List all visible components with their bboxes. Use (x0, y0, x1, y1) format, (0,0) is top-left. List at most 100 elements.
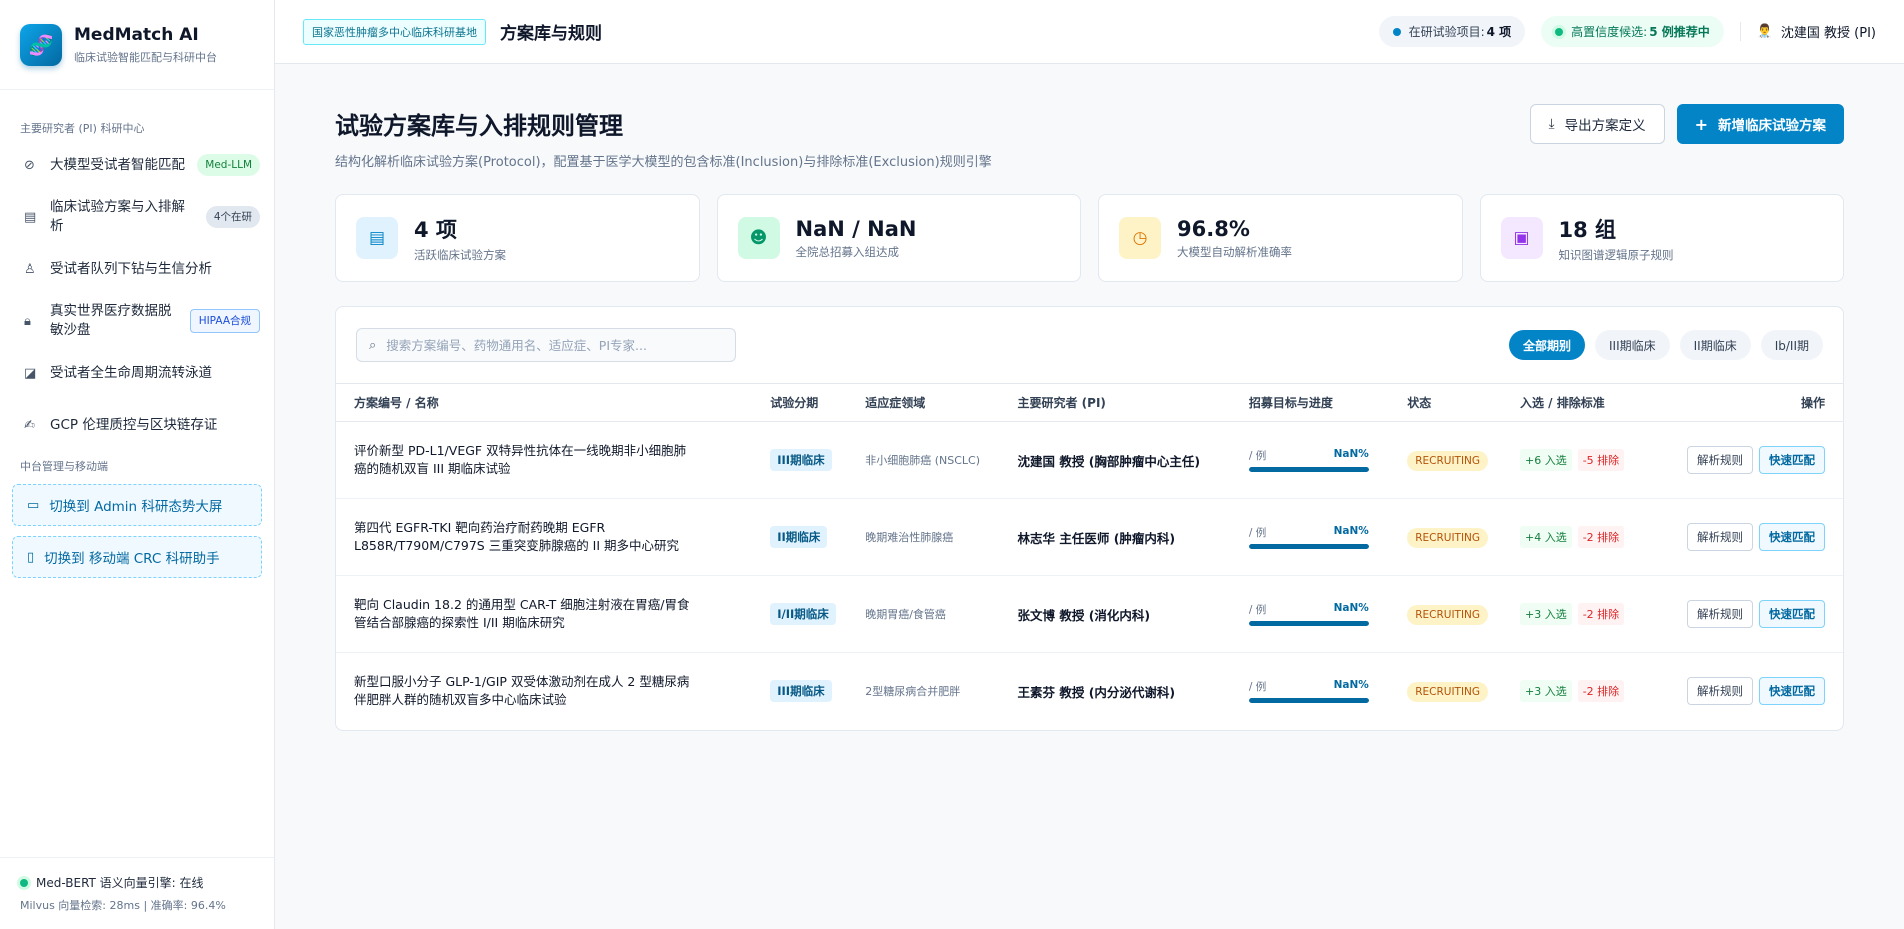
exclusion-count[interactable]: -2 排除 (1577, 603, 1625, 625)
trial-name[interactable]: 新型口服小分子 GLP-1/GIP 双受体激动剂在成人 2 型糖尿病伴肥胖人群的… (354, 673, 694, 709)
new-trial-button[interactable]: + 新增临床试验方案 (1676, 104, 1844, 144)
column-header[interactable]: 招募目标与进度 (1240, 383, 1400, 422)
column-header[interactable]: 主要研究者 (PI) (1009, 383, 1241, 422)
search-input[interactable] (386, 337, 723, 353)
recruit-percent: NaN% (1333, 679, 1369, 692)
parse-rules-button[interactable]: 解析规则 (1687, 677, 1753, 706)
download-icon: ⤓ (1548, 116, 1555, 132)
trial-name[interactable]: 评价新型 PD-L1/VEGF 双特异性抗体在一线晚期非小细胞肺癌的随机双盲 I… (354, 442, 694, 478)
quick-match-button[interactable]: 快速匹配 (1759, 677, 1825, 706)
inclusion-count[interactable]: +3 入选 (1519, 680, 1572, 703)
status-badge: RECRUITING (1407, 681, 1489, 702)
page-description: 结构化解析临床试验方案(Protocol)，配置基于医学大模型的包含标准(Inc… (335, 155, 992, 170)
parse-rules-button[interactable]: 解析规则 (1687, 600, 1753, 628)
sidebar-item-label: 真实世界医疗数据脱敏沙盘 (50, 303, 172, 338)
progress-bar (1248, 621, 1369, 626)
active-trials-pill[interactable]: 在研试验项目: 4 项 (1378, 16, 1526, 47)
candidates-label: 高置信度候选: (1571, 25, 1648, 39)
sidebar-item-protocol[interactable]: ▤ 临床试验方案与入排解析 4个在研 (0, 194, 274, 240)
sidebar: 🧬 MedMatch AI 临床试验智能匹配与科研中台 主要研究者 (PI) 科… (0, 0, 275, 929)
progress-bar (1248, 544, 1369, 549)
stat-label: 全院总招募入组达成 (795, 244, 900, 259)
stat-value: 4 项 (414, 217, 457, 242)
parse-rules-button[interactable]: 解析规则 (1687, 523, 1753, 551)
exclusion-count[interactable]: -5 排除 (1577, 449, 1625, 471)
hipaa-badge: HIPAA合规 (189, 309, 260, 333)
trial-name[interactable]: 靶向 Claudin 18.2 的通用型 CAR-T 细胞注射液在胃癌/胃食管结… (354, 596, 694, 632)
top-title: 方案库与规则 (500, 24, 602, 44)
sidebar-item-lifecycle[interactable]: ◪ 受试者全生命周期流转泳道 (0, 350, 274, 396)
main-area: 国家恶性肿瘤多中心临床科研基地 方案库与规则 在研试验项目: 4 项 高置信度候… (275, 0, 1904, 929)
recruit-target: / 例 (1248, 604, 1267, 616)
active-trials-value: 4 项 (1486, 25, 1512, 39)
candidates-pill[interactable]: 高置信度候选: 5 例推荐中 (1541, 16, 1724, 47)
principal-investigator: 王素芬 教授 (内分泌代谢科) (1017, 684, 1176, 700)
indication: 非小细胞肺癌 (NSCLC) (865, 454, 980, 467)
new-trial-label: 新增临床试验方案 (1718, 118, 1826, 134)
quick-match-button[interactable]: 快速匹配 (1759, 523, 1825, 551)
chip-icon: ▣ (1500, 217, 1543, 259)
progress-bar-fill (1248, 698, 1369, 704)
trial-count-badge: 4个在研 (205, 206, 260, 228)
table-header-row: 方案编号 / 名称 试验分期 适应症领域 主要研究者 (PI) 招募目标与进度 … (336, 383, 1843, 422)
quick-match-button[interactable]: 快速匹配 (1759, 600, 1825, 628)
column-header[interactable]: 适应症领域 (857, 383, 1010, 422)
switch-crc-button[interactable]: ▯ 切换到 移动端 CRC 科研助手 (12, 536, 262, 578)
monitor-icon: ▭ (27, 497, 40, 513)
nav-section-pi: 主要研究者 (PI) 科研中心 (20, 122, 145, 135)
inclusion-count[interactable]: +4 入选 (1519, 526, 1572, 548)
switch-admin-button[interactable]: ▭ 切换到 Admin 科研态势大屏 (12, 484, 262, 526)
trials-table: 方案编号 / 名称 试验分期 适应症领域 主要研究者 (PI) 招募目标与进度 … (336, 383, 1843, 730)
chart-icon: ◪ (24, 365, 37, 381)
recruit-percent: NaN% (1333, 602, 1369, 614)
trial-name[interactable]: 第四代 EGFR-TKI 靶向药治疗耐药晚期 EGFR L858R/T790M/… (354, 519, 694, 555)
sidebar-item-smart-match[interactable]: ⊘ 大模型受试者智能匹配 Med-LLM (0, 142, 274, 188)
stat-label: 大模型自动解析准确率 (1177, 244, 1292, 259)
clock-icon: ◷ (1119, 217, 1161, 259)
table-row[interactable]: 评价新型 PD-L1/VEGF 双特异性抗体在一线晚期非小细胞肺癌的随机双盲 I… (336, 421, 1843, 499)
column-header[interactable]: 试验分期 (762, 383, 858, 422)
sidebar-item-label: 受试者全生命周期流转泳道 (50, 364, 212, 381)
column-header[interactable]: 状态 (1399, 383, 1512, 422)
sidebar-item-cohort[interactable]: ♙ 受试者队列下钻与生信分析 (0, 246, 274, 292)
recruit-progress: / 例 NaN% (1248, 448, 1369, 472)
exclusion-count[interactable]: -2 排除 (1577, 526, 1625, 548)
search-box[interactable]: ⌕ (356, 328, 736, 362)
indication: 晚期胃癌/食管癌 (865, 608, 946, 621)
users-icon: ☻ (737, 217, 780, 259)
sidebar-footer: Med-BERT 语义向量引擎: 在线 Milvus 向量检索: 28ms | … (0, 857, 274, 929)
progress-bar-fill (1248, 467, 1369, 472)
sidebar-item-gcp[interactable]: ✍︎ GCP 伦理质控与区块链存证 (0, 402, 274, 448)
inclusion-count[interactable]: +3 入选 (1519, 603, 1572, 625)
user-menu[interactable]: 👨‍⚕️ 沈建国 教授 (PI) (1739, 22, 1876, 41)
quick-match-button[interactable]: 快速匹配 (1759, 446, 1825, 474)
topbar: 国家恶性肿瘤多中心临床科研基地 方案库与规则 在研试验项目: 4 项 高置信度候… (275, 0, 1904, 64)
sidebar-item-rwd-sandbox[interactable]: 🔒︎ 真实世界医疗数据脱敏沙盘 HIPAA合规 (0, 298, 274, 344)
column-header[interactable]: 入选 / 排除标准 (1511, 383, 1652, 422)
filter-phase-2[interactable]: II期临床 (1679, 330, 1751, 360)
recruit-percent: NaN% (1333, 525, 1369, 537)
status-badge: RECRUITING (1407, 604, 1489, 625)
user-name: 沈建国 教授 (PI) (1780, 26, 1876, 41)
trials-table-card: ⌕ 全部期别 III期临床 II期临床 Ib/II期 方案编号 / 名称 (335, 306, 1844, 731)
phase-badge: I/II期临床 (770, 603, 836, 625)
sidebar-item-label: 大模型受试者智能匹配 (50, 156, 185, 173)
page-header: 试验方案库与入排规则管理 结构化解析临床试验方案(Protocol)，配置基于医… (335, 104, 1844, 170)
med-llm-badge: Med-LLM (197, 154, 260, 176)
filter-phase-3[interactable]: III期临床 (1595, 330, 1670, 360)
inclusion-count[interactable]: +6 入选 (1519, 449, 1572, 471)
export-button[interactable]: ⤓ 导出方案定义 (1529, 104, 1665, 144)
progress-bar-fill (1248, 544, 1369, 549)
parse-rules-button[interactable]: 解析规则 (1687, 446, 1753, 474)
recruit-target: / 例 (1248, 527, 1267, 539)
filter-phase-1b-2[interactable]: Ib/II期 (1760, 330, 1823, 360)
content: 试验方案库与入排规则管理 结构化解析临床试验方案(Protocol)，配置基于医… (275, 64, 1904, 731)
table-row[interactable]: 靶向 Claudin 18.2 的通用型 CAR-T 细胞注射液在胃癌/胃食管结… (336, 575, 1843, 653)
filter-all[interactable]: 全部期别 (1508, 330, 1585, 360)
table-row[interactable]: 新型口服小分子 GLP-1/GIP 双受体激动剂在成人 2 型糖尿病伴肥胖人群的… (336, 653, 1843, 730)
brand[interactable]: 🧬 MedMatch AI 临床试验智能匹配与科研中台 (0, 0, 274, 90)
recruit-progress: / 例 NaN% (1248, 525, 1369, 549)
column-header[interactable]: 方案编号 / 名称 (336, 383, 763, 422)
table-row[interactable]: 第四代 EGFR-TKI 靶向药治疗耐药晚期 EGFR L858R/T790M/… (336, 498, 1843, 576)
exclusion-count[interactable]: -2 排除 (1577, 680, 1625, 703)
